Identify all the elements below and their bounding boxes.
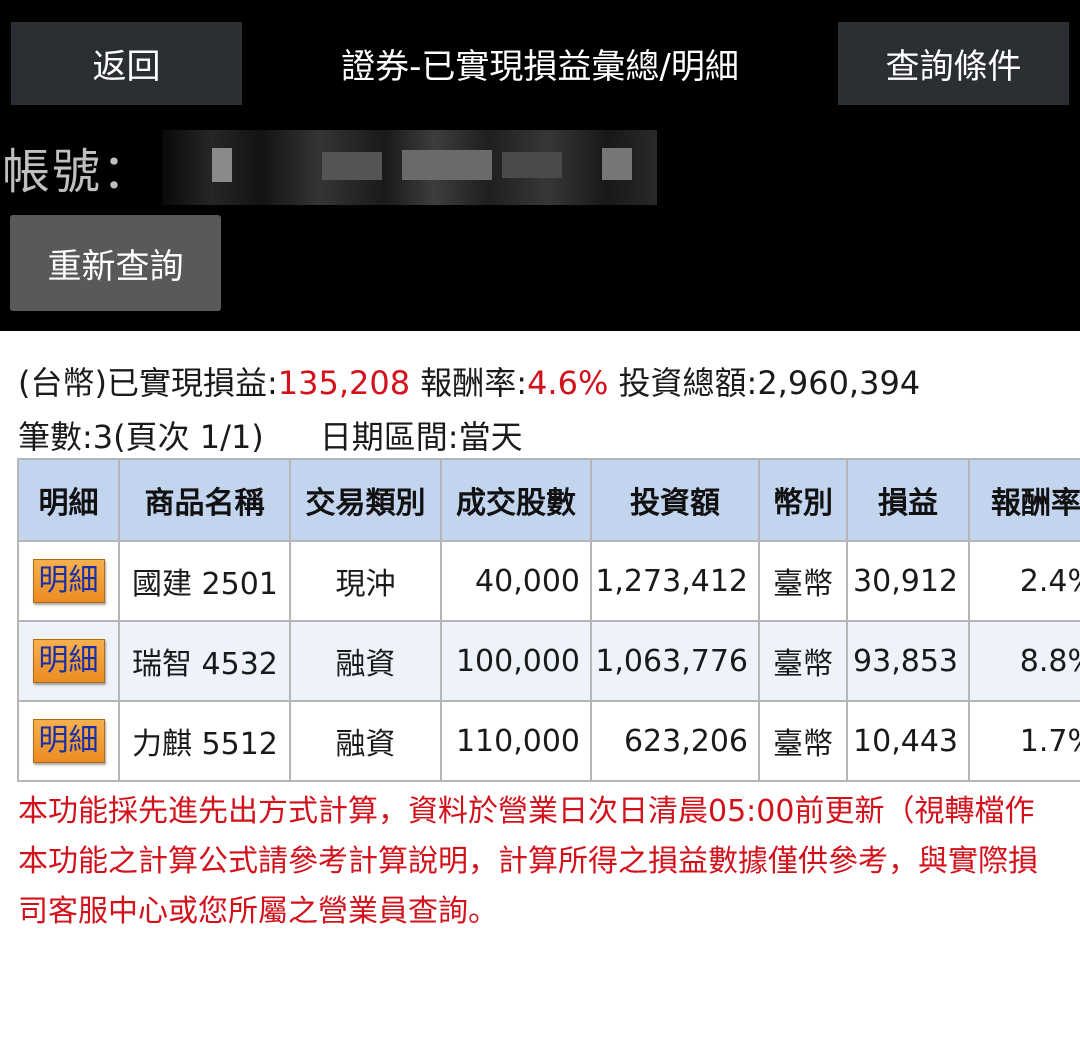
return-rate-cell: 8.8% [968, 620, 1080, 702]
return-rate-label: 報酬率: [410, 364, 528, 402]
shares-cell: 110,000 [440, 700, 592, 782]
note-line-2: 本功能之計算公式請參考計算說明，計算所得之損益數據僅供參考，與實際損 [18, 844, 1038, 879]
shares-cell: 100,000 [440, 620, 592, 702]
currency-pnl-label: (台幣)已實現損益: [18, 364, 278, 402]
detail-cell: 明細 [17, 620, 120, 702]
pnl-cell: 30,912 [846, 540, 970, 622]
shares-cell: 40,000 [440, 540, 592, 622]
product-name-link[interactable]: 國建 2501 [118, 540, 291, 622]
product-name-link[interactable]: 瑞智 4532 [118, 620, 291, 702]
pnl-cell: 10,443 [846, 700, 970, 782]
requery-button[interactable]: 重新查詢 [10, 215, 221, 311]
col-header-investment: 投資額 [590, 458, 760, 542]
note-line-1: 本功能採先進先出方式計算，資料於營業日次日清晨05:00前更新（視轉檔作 [18, 794, 1035, 829]
return-rate-cell: 1.7% [968, 700, 1080, 782]
col-header-shares: 成交股數 [440, 458, 592, 542]
date-range-text: 日期區間:當天 [319, 418, 523, 456]
col-header-return-rate: 報酬率 [968, 458, 1080, 542]
return-rate-value: 4.6% [527, 364, 609, 402]
table-header-row: 明細 商品名稱 交易類別 成交股數 投資額 幣別 損益 報酬率 [17, 458, 1080, 542]
currency-cell: 臺幣 [758, 700, 848, 782]
investment-cell: 623,206 [590, 700, 760, 782]
detail-cell: 明細 [17, 700, 120, 782]
investment-cell: 1,273,412 [590, 540, 760, 622]
trade-type-cell: 融資 [289, 620, 442, 702]
table-row: 明細 瑞智 4532 融資 100,000 1,063,776 臺幣 93,85… [17, 620, 1080, 702]
top-bar: 返回 證券-已實現損益彙總/明細 查詢條件 帳號： 重新查詢 [0, 0, 1080, 331]
trade-type-cell: 融資 [289, 700, 442, 782]
realized-pnl-value: 135,208 [277, 364, 411, 402]
col-header-pnl: 損益 [846, 458, 970, 542]
query-conditions-button[interactable]: 查詢條件 [838, 22, 1069, 105]
detail-cell: 明細 [17, 540, 120, 622]
trade-type-cell: 現沖 [289, 540, 442, 622]
account-label: 帳號： [2, 144, 153, 200]
col-header-product-name: 商品名稱 [118, 458, 291, 542]
back-button[interactable]: 返回 [11, 22, 242, 105]
summary-meta-line: 筆數:3(頁次 1/1) 日期區間:當天 [18, 412, 523, 458]
col-header-currency: 幣別 [758, 458, 848, 542]
currency-cell: 臺幣 [758, 540, 848, 622]
note-line-3: 司客服中心或您所屬之營業員查詢。 [18, 894, 498, 929]
detail-button[interactable]: 明細 [32, 719, 105, 763]
table-row: 明細 國建 2501 現沖 40,000 1,273,412 臺幣 30,912… [17, 540, 1080, 622]
investment-cell: 1,063,776 [590, 620, 760, 702]
table-row: 明細 力麒 5512 融資 110,000 623,206 臺幣 10,443 … [17, 700, 1080, 782]
page-title: 證券-已實現損益彙總/明細 [341, 47, 739, 87]
col-header-trade-type: 交易類別 [289, 458, 442, 542]
currency-cell: 臺幣 [758, 620, 848, 702]
realized-pnl-table: 明細 商品名稱 交易類別 成交股數 投資額 幣別 損益 報酬率 明細 國建 25… [17, 458, 1080, 782]
return-rate-cell: 2.4% [968, 540, 1080, 622]
detail-button[interactable]: 明細 [32, 639, 105, 683]
account-number-redacted [162, 130, 657, 205]
pnl-cell: 93,853 [846, 620, 970, 702]
summary-line: (台幣)已實現損益:135,208 報酬率:4.6% 投資總額:2,960,39… [18, 358, 920, 404]
total-investment-text: 投資總額:2,960,394 [608, 364, 921, 402]
detail-button[interactable]: 明細 [32, 559, 105, 603]
product-name-link[interactable]: 力麒 5512 [118, 700, 291, 782]
col-header-detail: 明細 [17, 458, 120, 542]
record-count-text: 筆數:3(頁次 1/1) [18, 418, 264, 456]
